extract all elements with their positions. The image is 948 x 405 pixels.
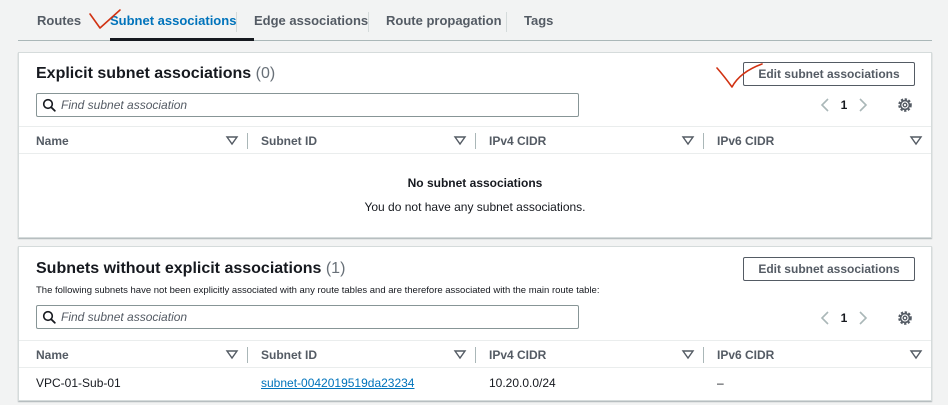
column-divider — [475, 347, 476, 363]
tab-route-propagation[interactable]: Route propagation — [386, 0, 502, 40]
panel-count: (1) — [325, 260, 346, 277]
sort-caret-icon[interactable] — [453, 347, 467, 361]
gear-icon[interactable] — [896, 96, 914, 114]
column-divider — [247, 347, 248, 363]
column-divider — [247, 133, 248, 149]
sort-caret-icon[interactable] — [909, 133, 923, 147]
column-header-name[interactable]: Name — [36, 341, 69, 369]
table-header: Name Subnet ID IPv4 CIDR IPv6 CIDR — [19, 340, 931, 368]
sort-caret-icon[interactable] — [681, 133, 695, 147]
search-icon — [37, 94, 61, 116]
search-input[interactable] — [61, 98, 561, 112]
tab-routes[interactable]: Routes — [37, 0, 81, 40]
panel-title: Subnets without explicit associations (1… — [36, 260, 345, 278]
search-field[interactable] — [36, 93, 579, 117]
sort-caret-icon[interactable] — [225, 347, 239, 361]
column-divider — [703, 347, 704, 363]
panel-title-text: Subnets without explicit associations — [36, 260, 322, 277]
empty-state-title: No subnet associations — [407, 176, 543, 190]
tab-tags[interactable]: Tags — [524, 0, 553, 40]
panel-title: Explicit subnet associations (0) — [36, 65, 275, 83]
tab-divider — [368, 12, 369, 32]
cell-name: VPC-01-Sub-01 — [36, 376, 121, 390]
column-header-subnet-id[interactable]: Subnet ID — [261, 341, 317, 369]
chevron-right-icon[interactable] — [854, 95, 872, 115]
panel-title-text: Explicit subnet associations — [36, 65, 252, 82]
tab-bar: Routes Subnet associations Edge associat… — [18, 0, 932, 41]
search-field[interactable] — [36, 305, 579, 329]
chevron-right-icon[interactable] — [854, 308, 872, 328]
tab-subnet-associations[interactable]: Subnet associations — [110, 0, 236, 40]
column-header-subnet-id[interactable]: Subnet ID — [261, 127, 317, 155]
column-header-ipv4-cidr[interactable]: IPv4 CIDR — [489, 127, 546, 155]
sort-caret-icon[interactable] — [225, 133, 239, 147]
tab-divider — [506, 12, 507, 32]
tab-divider — [236, 12, 237, 32]
cell-ipv6-cidr: – — [717, 376, 724, 390]
search-icon — [37, 306, 61, 328]
column-header-ipv6-cidr[interactable]: IPv6 CIDR — [717, 341, 774, 369]
sort-caret-icon[interactable] — [453, 133, 467, 147]
active-tab-indicator — [110, 38, 254, 41]
empty-state-message: You do not have any subnet associations. — [364, 200, 586, 214]
chevron-left-icon[interactable] — [816, 308, 834, 328]
page-number[interactable]: 1 — [834, 311, 854, 325]
pagination: 1 — [816, 308, 872, 328]
column-header-name[interactable]: Name — [36, 127, 69, 155]
tab-edge-associations[interactable]: Edge associations — [254, 0, 368, 40]
panel-count: (0) — [255, 65, 276, 82]
edit-subnet-associations-button[interactable]: Edit subnet associations — [743, 257, 915, 281]
edit-subnet-associations-button[interactable]: Edit subnet associations — [743, 62, 915, 86]
search-input[interactable] — [61, 310, 561, 324]
column-divider — [475, 133, 476, 149]
implicit-associations-panel: Subnets without explicit associations (1… — [18, 246, 932, 401]
page-number[interactable]: 1 — [834, 98, 854, 112]
pagination: 1 — [816, 95, 872, 115]
column-header-ipv4-cidr[interactable]: IPv4 CIDR — [489, 341, 546, 369]
gear-icon[interactable] — [896, 309, 914, 327]
sort-caret-icon[interactable] — [909, 347, 923, 361]
explicit-associations-panel: Explicit subnet associations (0) Edit su… — [18, 52, 932, 238]
table-header: Name Subnet ID IPv4 CIDR IPv6 CIDR — [19, 126, 931, 154]
subnet-id-link[interactable]: subnet-0042019519da23234 — [261, 376, 414, 390]
column-header-ipv6-cidr[interactable]: IPv6 CIDR — [717, 127, 774, 155]
sort-caret-icon[interactable] — [681, 347, 695, 361]
cell-ipv4-cidr: 10.20.0.0/24 — [489, 376, 556, 390]
panel-description: The following subnets have not been expl… — [36, 285, 600, 296]
column-divider — [703, 133, 704, 149]
chevron-left-icon[interactable] — [816, 95, 834, 115]
